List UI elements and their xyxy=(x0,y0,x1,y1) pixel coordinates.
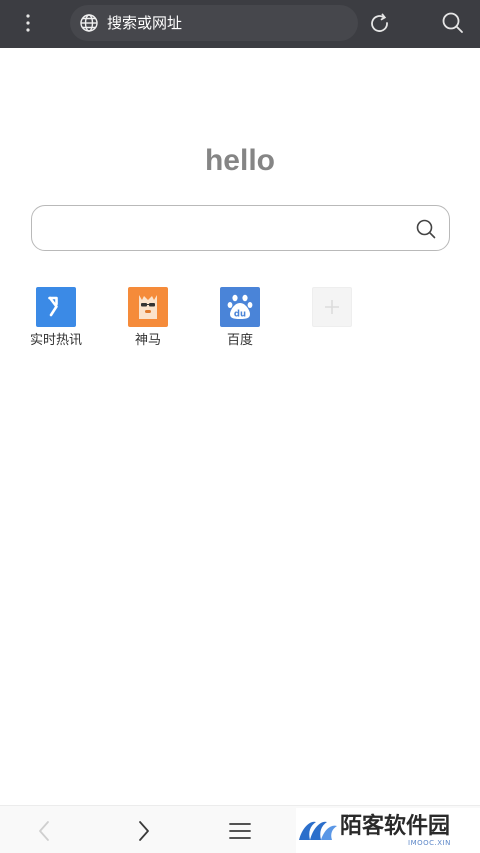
menu-hamburger-icon[interactable] xyxy=(227,818,253,844)
shortcut-add[interactable] xyxy=(292,287,372,357)
search-icon[interactable] xyxy=(415,218,437,240)
browser-home-page: 搜索或网址 hello 实时热讯 神马 du 百度 陌客软件园 IMOOC.XI… xyxy=(0,0,480,853)
shortcut-label: 实时热讯 xyxy=(29,333,82,348)
top-toolbar: 搜索或网址 xyxy=(0,0,480,48)
greeting-title: hello xyxy=(204,144,275,177)
trending-arrow-icon xyxy=(36,287,76,327)
refresh-icon[interactable] xyxy=(366,10,394,38)
back-arrow-icon[interactable] xyxy=(32,818,58,844)
alpaca-logo-icon xyxy=(128,287,168,327)
svg-text:du: du xyxy=(234,310,246,320)
add-icon xyxy=(312,287,352,327)
watermark-subtext: IMOOC.XIN xyxy=(408,839,451,847)
home-search-input[interactable] xyxy=(44,214,404,242)
shortcut-label: 百度 xyxy=(226,333,253,348)
address-bar[interactable]: 搜索或网址 xyxy=(70,5,358,41)
shortcut-shenma[interactable]: 神马 xyxy=(108,287,188,357)
watermark-logo-icon xyxy=(296,814,340,850)
watermark: 陌客软件园 IMOOC.XIN xyxy=(296,808,480,853)
home-search-box[interactable] xyxy=(31,205,450,251)
globe-icon xyxy=(79,13,99,33)
forward-arrow-icon[interactable] xyxy=(130,818,156,844)
shortcut-baidu[interactable]: du 百度 xyxy=(200,287,280,357)
more-vertical-icon[interactable] xyxy=(14,8,42,40)
search-icon[interactable] xyxy=(439,9,467,37)
shortcut-label: 神马 xyxy=(134,333,161,348)
shortcut-realtime-news[interactable]: 实时热讯 xyxy=(16,287,96,357)
watermark-text: 陌客软件园 xyxy=(340,813,451,839)
baidu-paw-icon: du xyxy=(220,287,260,327)
address-placeholder: 搜索或网址 xyxy=(107,14,183,32)
